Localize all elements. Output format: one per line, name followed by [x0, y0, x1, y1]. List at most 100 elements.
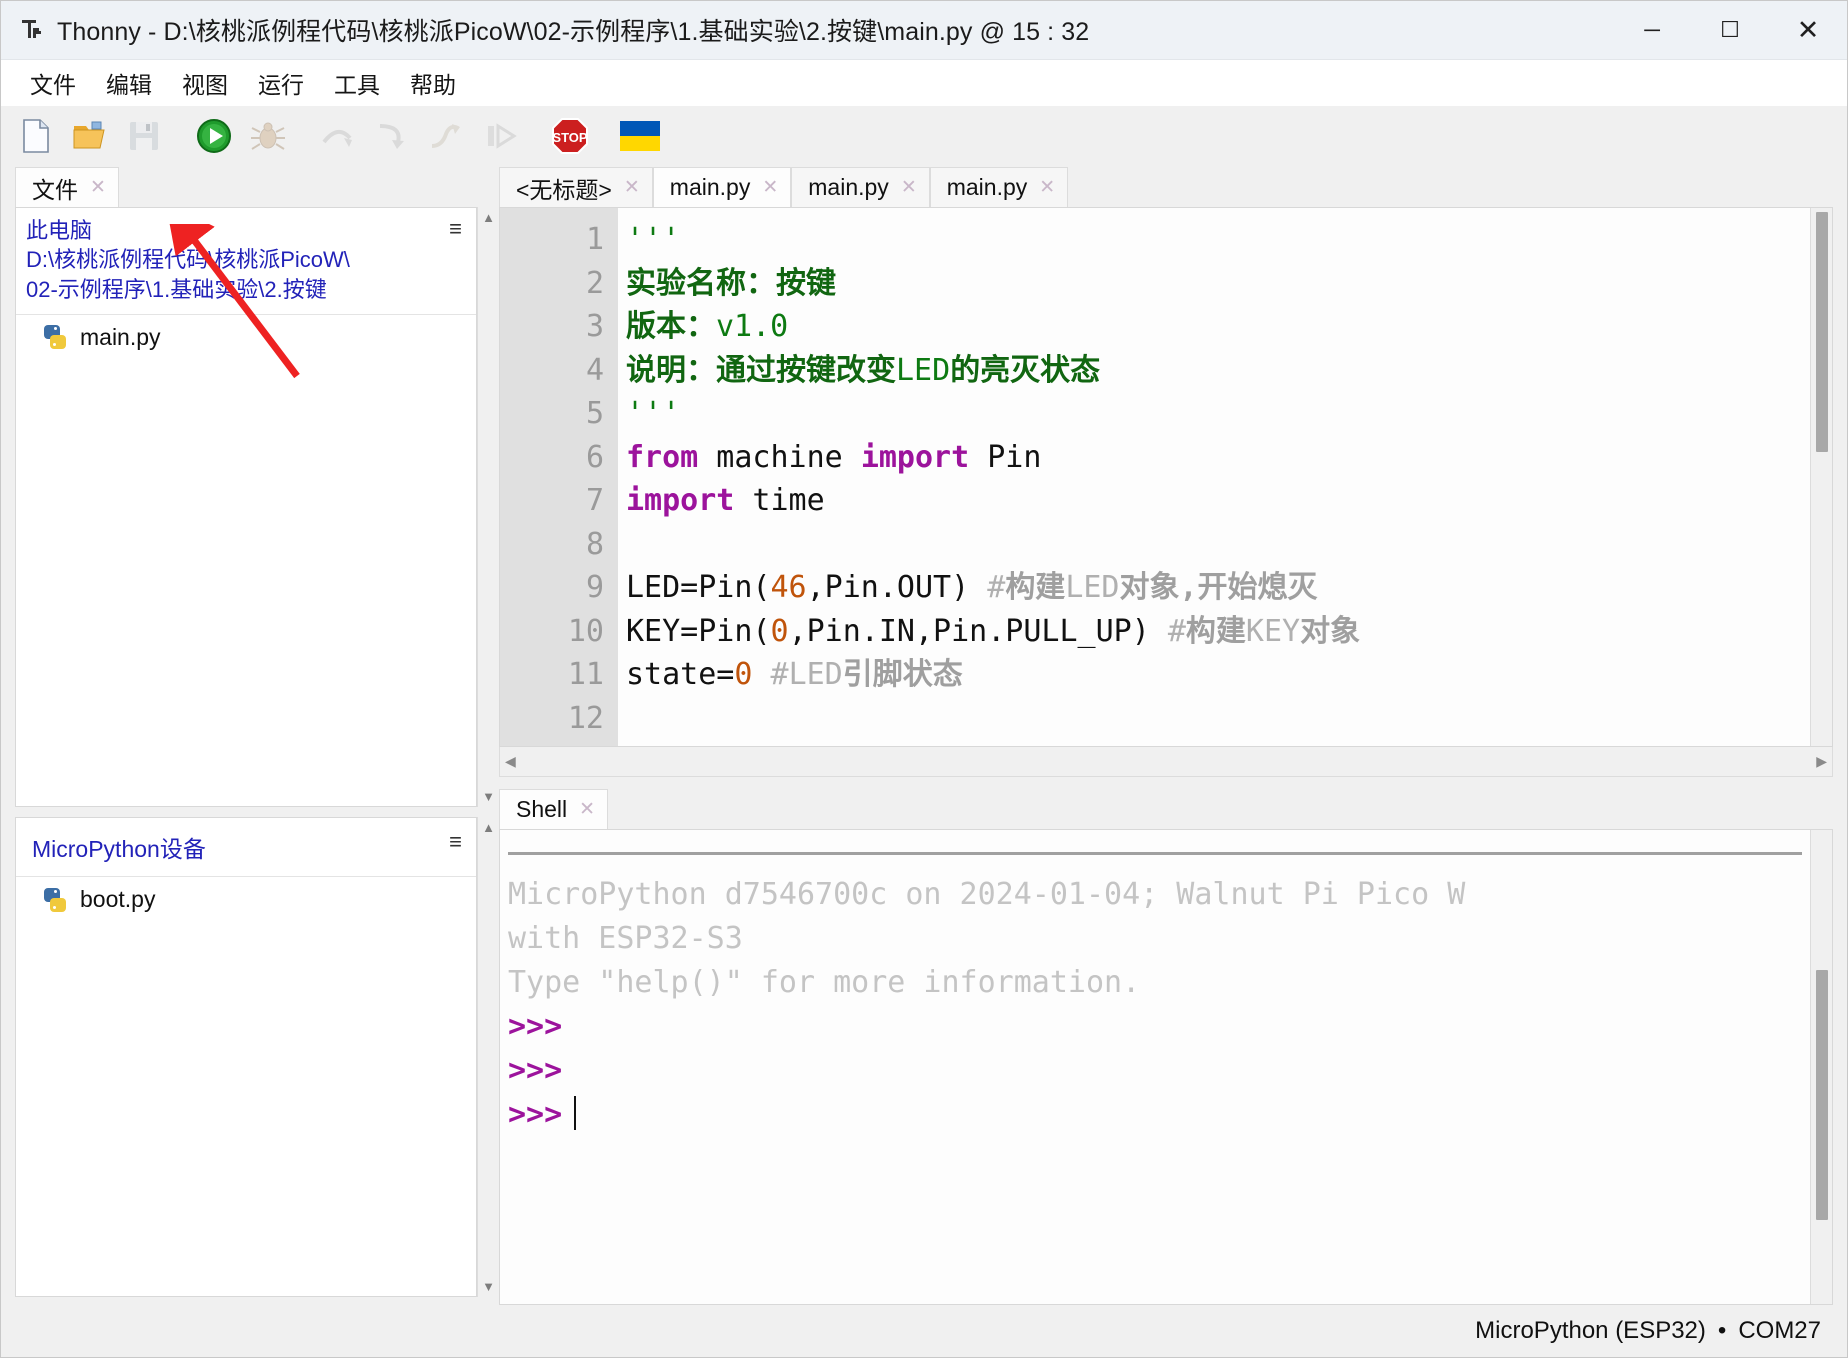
tab-main-py-1-label: main.py [670, 174, 751, 201]
title-bar: Thonny - D:\核桃派例程代码\核桃派PicoW\02-示例程序\1.基… [1, 1, 1847, 60]
tab-shell[interactable]: Shell ✕ [499, 789, 608, 829]
interpreter-label[interactable]: MicroPython (ESP32) [1475, 1317, 1706, 1345]
devices-scrollbar[interactable]: ▲ ▼ [477, 817, 499, 1297]
menu-help[interactable]: 帮助 [395, 62, 471, 104]
shell-line: with ESP32-S3 [508, 917, 1810, 961]
editor-horizontal-scrollbar[interactable]: ◀ ▶ [499, 747, 1833, 777]
maximize-button[interactable]: ☐ [1691, 2, 1769, 59]
shell-output[interactable]: MicroPython d7546700c on 2024-01-04; Wal… [500, 830, 1810, 1304]
line-number: 2 [500, 262, 604, 306]
shell-prompt: >>> [508, 1053, 562, 1088]
tab-main-py-1[interactable]: main.py ✕ [653, 167, 791, 207]
menu-edit[interactable]: 编辑 [91, 62, 167, 104]
keyword-import: import [626, 483, 734, 518]
comment-led: LED [1065, 570, 1119, 605]
toolbar: STOP [1, 106, 1847, 165]
current-path-line-1[interactable]: D:\核桃派例程代码\核桃派PicoW\ [26, 245, 466, 274]
scroll-up-icon[interactable]: ▲ [482, 821, 495, 834]
state-value: 0 [734, 657, 752, 692]
devices-title[interactable]: MicroPython设备 [32, 836, 206, 862]
minimize-button[interactable]: ─ [1613, 2, 1691, 59]
code-editor[interactable]: 1 2 3 4 5 6 7 8 9 10 11 12 [499, 207, 1833, 747]
name-pin: Pin [969, 440, 1041, 475]
list-item[interactable]: boot.py [16, 883, 476, 916]
menu-file[interactable]: 文件 [15, 62, 91, 104]
close-icon[interactable]: ✕ [901, 176, 917, 199]
close-icon[interactable]: ✕ [762, 176, 778, 199]
menu-run[interactable]: 运行 [243, 62, 319, 104]
editor-area: 1 2 3 4 5 6 7 8 9 10 11 12 [499, 207, 1833, 777]
line-number: 4 [500, 349, 604, 393]
open-file-icon[interactable] [67, 113, 113, 159]
text-cursor [574, 1096, 576, 1130]
tab-main-py-3[interactable]: main.py ✕ [930, 167, 1068, 207]
tab-files[interactable]: 文件 ✕ [15, 167, 119, 207]
scroll-down-icon[interactable]: ▼ [482, 1280, 495, 1293]
files-scrollbar[interactable]: ▲ ▼ [477, 207, 499, 807]
scroll-left-icon[interactable]: ◀ [505, 753, 516, 770]
editor-vertical-scrollbar[interactable] [1810, 208, 1832, 746]
scroll-thumb[interactable] [1816, 212, 1828, 452]
line-number: 3 [500, 305, 604, 349]
name-time: time [734, 483, 824, 518]
tab-untitled[interactable]: <无标题> ✕ [499, 167, 653, 207]
line-number: 5 [500, 392, 604, 436]
ukraine-flag-icon[interactable] [617, 113, 663, 159]
docstring-version-label: 版本： [626, 309, 716, 344]
list-item[interactable]: main.py [16, 321, 476, 354]
docstring-title: 实验名称：按键 [626, 266, 836, 301]
python-file-icon [42, 324, 68, 350]
close-icon[interactable]: ✕ [1039, 176, 1055, 199]
close-icon[interactable]: ✕ [624, 176, 640, 199]
python-file-icon [42, 887, 68, 913]
scroll-down-icon[interactable]: ▼ [482, 790, 495, 803]
shell-line: Type "help()" for more information. [508, 961, 1810, 1005]
code-line-12 [626, 697, 1810, 741]
port-label[interactable]: COM27 [1738, 1317, 1821, 1345]
menu-view[interactable]: 视图 [167, 62, 243, 104]
title-separator: - [148, 18, 156, 46]
line-number: 12 [500, 697, 604, 741]
shell-prompt-line: >>> [508, 1049, 1810, 1093]
module-machine: machine [698, 440, 861, 475]
shell-panel[interactable]: MicroPython d7546700c on 2024-01-04; Wal… [499, 829, 1833, 1305]
scroll-thumb[interactable] [1816, 970, 1828, 1220]
new-file-icon[interactable] [13, 113, 59, 159]
shell-vertical-scrollbar[interactable] [1810, 830, 1832, 1304]
pane-divider [15, 807, 499, 817]
scroll-right-icon[interactable]: ▶ [1816, 753, 1827, 770]
tab-main-py-3-label: main.py [947, 174, 1028, 201]
devices-header: MicroPython设备 ≡ [16, 818, 476, 877]
code-line-11: state=0 #LED引脚状态 [626, 653, 1810, 697]
code-line-8 [626, 523, 1810, 567]
hamburger-icon[interactable]: ≡ [449, 218, 462, 240]
run-icon[interactable] [191, 113, 237, 159]
line-number: 10 [500, 610, 604, 654]
window-title: Thonny - D:\核桃派例程代码\核桃派PicoW\02-示例程序\1.基… [57, 12, 1089, 48]
current-path-line-2[interactable]: 02-示例程序\1.基础实验\2.按键 [26, 275, 466, 304]
menu-tools[interactable]: 工具 [319, 62, 395, 104]
devices-pane-row: MicroPython设备 ≡ boot.py [15, 817, 499, 1297]
scroll-up-icon[interactable]: ▲ [482, 211, 495, 224]
docstring-desc-b: 的亮灭状态 [950, 353, 1100, 388]
this-computer-label[interactable]: 此电脑 [26, 216, 466, 245]
line-number: 9 [500, 566, 604, 610]
shell-prompt: >>> [508, 1009, 562, 1044]
resume-icon [477, 113, 523, 159]
close-button[interactable]: ✕ [1769, 2, 1847, 59]
stop-icon[interactable]: STOP [547, 113, 593, 159]
comment-hash: # [752, 657, 788, 692]
code-text[interactable]: ''' 实验名称：按键 版本：v1.0 说明：通过按键改变LED的亮灭状态 '' [618, 208, 1810, 746]
code-line-7: import time [626, 479, 1810, 523]
shell-tabstrip: Shell ✕ [499, 787, 1833, 829]
tab-main-py-2[interactable]: main.py ✕ [791, 167, 929, 207]
comment-cjk: 引脚状态 [843, 657, 963, 692]
shell-prompt-line-active[interactable]: >>> [508, 1093, 1810, 1137]
line-number-gutter: 1 2 3 4 5 6 7 8 9 10 11 12 [500, 208, 618, 746]
comment-hash: # [1168, 614, 1186, 649]
hamburger-icon[interactable]: ≡ [449, 831, 462, 853]
close-icon[interactable]: ✕ [579, 798, 595, 821]
code-line-9: LED=Pin(46,Pin.OUT) #构建LED对象,开始熄灭 [626, 566, 1810, 610]
close-icon[interactable]: ✕ [90, 176, 106, 199]
docstring-close: ''' [626, 396, 680, 431]
